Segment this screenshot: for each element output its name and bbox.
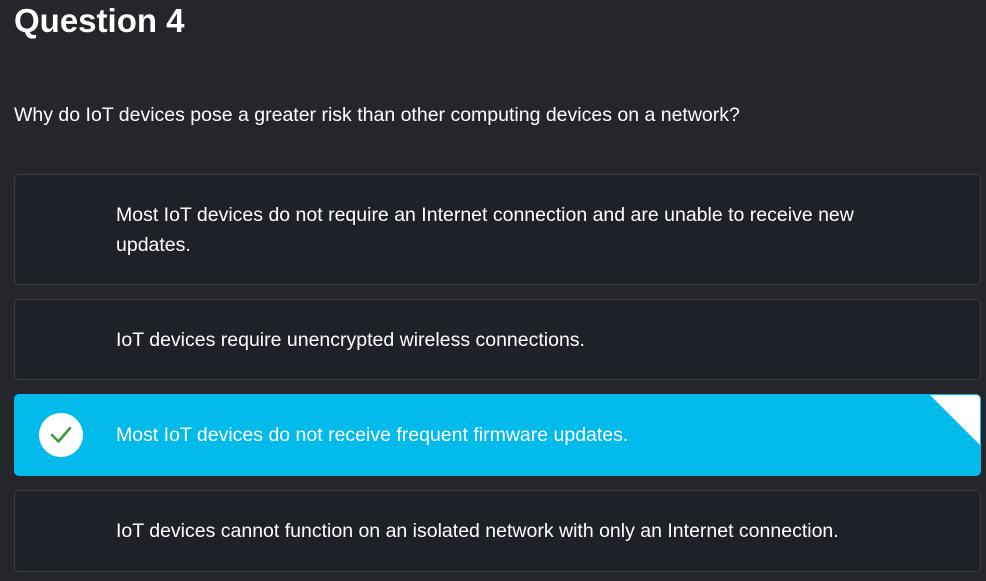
question-title: Question 4 — [14, 2, 185, 39]
answer-option-text: Most IoT devices do not receive frequent… — [116, 424, 629, 446]
selected-indicator — [39, 413, 83, 457]
answer-option-text: IoT devices cannot function on an isolat… — [116, 520, 839, 542]
answer-option-3[interactable]: Most IoT devices do not receive frequent… — [14, 394, 981, 476]
answer-option-4[interactable]: IoT devices cannot function on an isolat… — [14, 490, 981, 572]
corner-triangle-icon — [930, 395, 980, 445]
answer-option-text: IoT devices require unencrypted wireless… — [116, 329, 585, 351]
question-text: Why do IoT devices pose a greater risk t… — [14, 104, 740, 126]
answer-option-text: Most IoT devices do not require an Inter… — [116, 204, 854, 256]
answer-option-1[interactable]: Most IoT devices do not require an Inter… — [14, 174, 981, 285]
answer-option-2[interactable]: IoT devices require unencrypted wireless… — [14, 299, 981, 380]
check-icon — [50, 426, 72, 443]
